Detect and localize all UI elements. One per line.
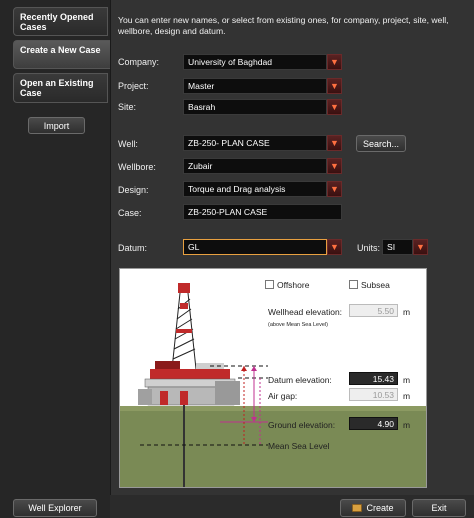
company-label: Company:	[118, 57, 160, 67]
units-field[interactable]: SI	[382, 239, 413, 255]
ground-elevation-label: Ground elevation:	[268, 420, 336, 430]
chevron-down-icon: ▼	[330, 102, 339, 112]
design-dropdown-button[interactable]: ▼	[327, 181, 342, 197]
case-field[interactable]: ZB-250-PLAN CASE	[183, 204, 342, 220]
datum-elevation-label: Datum elevation:	[268, 375, 332, 385]
datum-elevation-unit: m	[403, 375, 411, 385]
case-label: Case:	[118, 208, 142, 218]
project-field[interactable]: Master	[183, 78, 327, 94]
create-button-label: Create	[366, 503, 394, 513]
chevron-down-icon: ▼	[416, 242, 425, 252]
offshore-checkbox[interactable]	[265, 280, 274, 289]
exit-button[interactable]: Exit	[412, 499, 466, 517]
wellbore-label: Wellbore:	[118, 162, 156, 172]
wellhead-elevation-note: (above Mean Sea Level)	[268, 322, 328, 328]
air-gap-field: 10.53	[349, 388, 398, 401]
well-label: Well:	[118, 139, 138, 149]
left-nav: Recently Opened Cases Create a New Case …	[0, 0, 110, 518]
well-field[interactable]: ZB-250- PLAN CASE	[183, 135, 327, 151]
units-dropdown-button[interactable]: ▼	[413, 239, 428, 255]
import-button[interactable]: Import	[28, 117, 85, 134]
tab-recently-opened-cases[interactable]: Recently Opened Cases	[13, 7, 108, 36]
air-gap-label: Air gap:	[268, 391, 298, 401]
company-dropdown-button[interactable]: ▼	[327, 54, 342, 70]
project-dropdown-button[interactable]: ▼	[327, 78, 342, 94]
subsea-checkbox[interactable]	[349, 280, 358, 289]
project-label: Project:	[118, 81, 149, 91]
chevron-down-icon: ▼	[330, 57, 339, 67]
tab-create-new-case[interactable]: Create a New Case	[13, 40, 110, 69]
chevron-down-icon: ▼	[330, 138, 339, 148]
chevron-down-icon: ▼	[330, 81, 339, 91]
chevron-down-icon: ▼	[330, 242, 339, 252]
wellhead-elevation-unit: m	[403, 307, 411, 317]
chevron-down-icon: ▼	[330, 184, 339, 194]
intro-text: You can enter new names, or select from …	[118, 15, 449, 36]
wellhead-elevation-label: Wellhead elevation:	[268, 307, 343, 317]
well-dropdown-button[interactable]: ▼	[327, 135, 342, 151]
chevron-down-icon: ▼	[330, 161, 339, 171]
well-explorer-button[interactable]: Well Explorer	[13, 499, 97, 517]
wellbore-field[interactable]: Zubair	[183, 158, 327, 174]
datum-elevation-field[interactable]: 15.43	[349, 372, 398, 385]
units-label: Units:	[357, 243, 381, 253]
site-dropdown-button[interactable]: ▼	[327, 99, 342, 115]
company-field[interactable]: University of Baghdad	[183, 54, 327, 70]
design-field[interactable]: Torque and Drag analysis	[183, 181, 327, 197]
wellbore-dropdown-button[interactable]: ▼	[327, 158, 342, 174]
air-gap-unit: m	[403, 391, 411, 401]
offshore-label: Offshore	[277, 280, 310, 290]
datum-field[interactable]: GL	[183, 239, 327, 255]
elevation-diagram: Offshore Subsea Wellhead elevation: 5.50…	[119, 268, 427, 488]
datum-label: Datum:	[118, 243, 148, 253]
mean-sea-level-label: Mean Sea Level	[268, 441, 330, 451]
search-button[interactable]: Search...	[356, 135, 406, 152]
create-button[interactable]: Create	[340, 499, 406, 517]
site-label: Site:	[118, 102, 137, 112]
design-label: Design:	[118, 185, 149, 195]
subsea-label: Subsea	[361, 280, 390, 290]
site-field[interactable]: Basrah	[183, 99, 327, 115]
wellhead-elevation-field[interactable]: 5.50	[349, 304, 398, 317]
tab-open-existing-case[interactable]: Open an Existing Case	[13, 73, 108, 103]
briefcase-icon	[352, 504, 363, 512]
ground-elevation-field[interactable]: 4.90	[349, 417, 398, 430]
ground-elevation-unit: m	[403, 420, 411, 430]
datum-dropdown-button[interactable]: ▼	[327, 239, 342, 255]
